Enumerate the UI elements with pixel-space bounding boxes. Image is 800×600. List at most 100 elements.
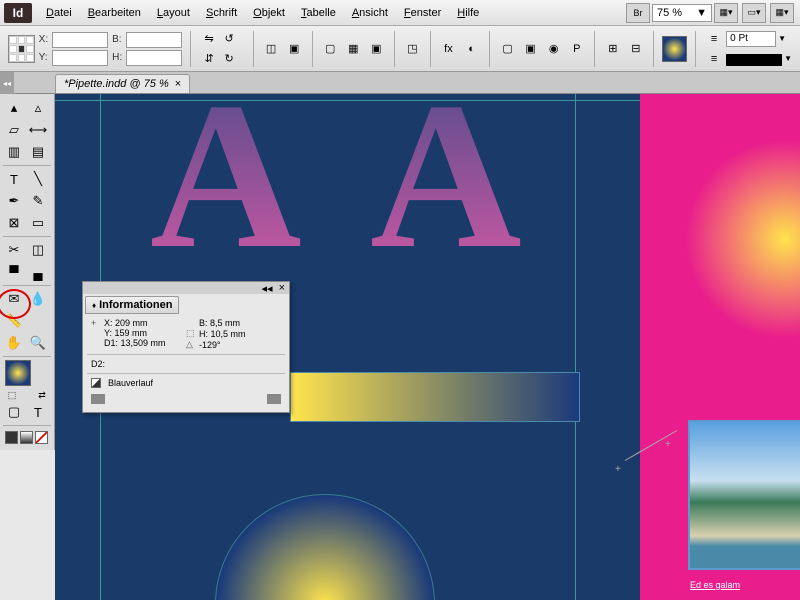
gradient-swatch-tool[interactable]: ▀ — [3, 262, 25, 282]
placeholder-text-icon[interactable]: P — [567, 39, 586, 59]
menu-edit[interactable]: Bearbeiten — [80, 4, 149, 22]
photo-caption: Ed es galam — [690, 580, 800, 590]
h-input[interactable] — [126, 50, 182, 66]
gap-tool[interactable]: ⟷ — [27, 120, 49, 140]
selection-tool[interactable]: ▴ — [3, 98, 25, 118]
margin-guide-top — [55, 100, 640, 101]
measure-endpoint-2: + — [665, 439, 671, 450]
x-input[interactable] — [52, 32, 108, 48]
select-container-icon[interactable]: ◫ — [262, 39, 281, 59]
photo-frame[interactable] — [688, 420, 800, 570]
zoom-tool[interactable]: 🔍 — [27, 333, 49, 353]
rectangle-tool[interactable]: ▭ — [27, 213, 49, 233]
fill-stroke-swatch[interactable] — [5, 360, 31, 386]
y-label: Y: — [39, 52, 48, 63]
free-transform-tool[interactable]: ◫ — [27, 240, 49, 260]
menu-type[interactable]: Schrift — [198, 4, 245, 22]
document-tab[interactable]: *Pipette.indd @ 75 % × — [55, 74, 190, 93]
text-wrap-shape-icon[interactable]: ◉ — [544, 39, 563, 59]
scissors-tool[interactable]: ✂ — [3, 240, 25, 260]
info-w: B: 8,5 mm — [199, 318, 240, 328]
gradient-feather-tool[interactable]: ▄ — [27, 262, 49, 282]
distribute-icon[interactable]: ⊟ — [626, 39, 645, 59]
line-tool[interactable]: ╲ — [27, 169, 49, 189]
swatch-indicator-icon — [91, 378, 101, 388]
type-tool[interactable]: T — [3, 169, 25, 189]
flip-v-icon[interactable]: ⇵ — [199, 49, 219, 69]
pencil-tool[interactable]: ✎ — [27, 191, 49, 211]
formatting-text-icon[interactable]: T — [27, 402, 49, 422]
y-input[interactable] — [52, 50, 108, 66]
menu-help[interactable]: Hilfe — [449, 4, 487, 22]
gradient-circle-right[interactable] — [685, 139, 800, 339]
menu-view[interactable]: Ansicht — [344, 4, 396, 22]
info-swatch-name: Blauverlauf — [108, 378, 153, 388]
stroke-style-icon[interactable]: ≡ — [704, 49, 724, 69]
note-tool[interactable]: ✉ — [3, 289, 25, 309]
rotate-ccw-icon[interactable]: ↺ — [219, 29, 239, 49]
h-label: H: — [112, 52, 122, 63]
menu-layout[interactable]: Layout — [149, 4, 198, 22]
panel-collapse-handle[interactable]: ◂◂ — [0, 72, 14, 94]
opacity-icon[interactable]: ◐ — [462, 39, 481, 59]
letter-a-object-2[interactable]: A — [370, 94, 522, 297]
screen-mode-button[interactable]: ▭▾ — [742, 3, 766, 23]
effects-icon[interactable]: fx — [439, 39, 458, 59]
panel-close-icon[interactable]: × — [279, 282, 285, 294]
menu-object[interactable]: Objekt — [245, 4, 293, 22]
fill-frame-icon[interactable]: ▦ — [344, 39, 363, 59]
hand-tool[interactable]: ✋ — [3, 333, 25, 353]
gradient-rectangle[interactable] — [290, 372, 580, 422]
menu-table[interactable]: Tabelle — [293, 4, 344, 22]
info-angle: -129° — [199, 340, 221, 350]
letter-a-object-1[interactable]: A — [150, 94, 302, 297]
arrange-button[interactable]: ▦▾ — [770, 3, 794, 23]
pen-tool[interactable]: ✒ — [3, 191, 25, 211]
center-content-icon[interactable]: ▣ — [367, 39, 386, 59]
apply-color-swatch[interactable] — [5, 431, 18, 444]
corner-options-icon[interactable]: ◳ — [403, 39, 422, 59]
rectangle-frame-tool[interactable]: ⊠ — [3, 213, 25, 233]
info-panel[interactable]: ◂◂ × ♦Informationen +X: 209 mm Y: 159 mm… — [82, 281, 290, 413]
menu-window[interactable]: Fenster — [396, 4, 449, 22]
eyedropper-tool[interactable]: 💧 — [27, 289, 49, 309]
panel-collapse-icon[interactable]: ◂◂ — [262, 282, 273, 295]
menu-file[interactable]: DDateiatei — [38, 4, 80, 22]
content-collector-tool[interactable]: ▥ — [3, 142, 25, 162]
align-icon[interactable]: ⊞ — [603, 39, 622, 59]
view-options-button[interactable]: ▦▾ — [714, 3, 738, 23]
direct-selection-tool[interactable]: ▵ — [27, 98, 49, 118]
zoom-select[interactable]: 75 %▼ — [652, 4, 712, 22]
angle-icon: △ — [186, 339, 196, 350]
select-content-icon[interactable]: ▣ — [285, 39, 304, 59]
default-fill-stroke-icon[interactable]: ⬚ — [5, 388, 19, 402]
facing-page: Ed es galam — [640, 94, 800, 600]
reference-point-grid[interactable] — [8, 35, 35, 63]
close-tab-icon[interactable]: × — [175, 78, 181, 90]
toolbox: ▴▵ ▱⟷ ▥▤ T╲ ✒✎ ⊠▭ ✂◫ ▀▄ ✉💧 📏 ✋🔍 ⬚⇄ ▢T — [0, 94, 55, 450]
swap-fill-stroke-icon[interactable]: ⇄ — [35, 388, 49, 402]
fit-content-icon[interactable]: ▢ — [321, 39, 340, 59]
apply-none-swatch[interactable] — [35, 431, 48, 444]
text-wrap-none-icon[interactable]: ▢ — [498, 39, 517, 59]
info-panel-tab[interactable]: ♦Informationen — [85, 296, 179, 314]
flip-h-icon[interactable]: ⇋ — [199, 29, 219, 49]
page-tool[interactable]: ▱ — [3, 120, 25, 140]
apply-gradient-swatch[interactable] — [20, 431, 33, 444]
gradient-circle-bottom[interactable] — [215, 494, 435, 600]
bridge-button[interactable]: Br — [626, 3, 650, 23]
info-x: X: 209 mm — [104, 318, 148, 328]
content-placer-tool[interactable]: ▤ — [27, 142, 49, 162]
apply-color-icon[interactable]: ▢ — [3, 402, 25, 422]
margin-guide-right — [575, 94, 576, 600]
stroke-weight-input[interactable]: 0 Pt — [726, 31, 776, 47]
plus-icon: + — [91, 318, 101, 328]
measure-endpoint-1: + — [615, 464, 621, 475]
w-input[interactable] — [126, 32, 182, 48]
text-wrap-bound-icon[interactable]: ▣ — [521, 39, 540, 59]
rotate-cw-icon[interactable]: ↻ — [219, 49, 239, 69]
fill-swatch[interactable] — [662, 36, 687, 62]
stroke-style-select[interactable] — [726, 54, 782, 66]
stroke-align-icon[interactable]: ≡ — [704, 29, 724, 49]
measure-tool[interactable]: 📏 — [3, 311, 25, 331]
